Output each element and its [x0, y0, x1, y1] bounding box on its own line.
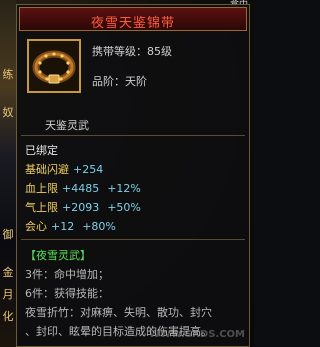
stat-percent: +80% [82, 220, 116, 233]
stat-name: 基础闪避 [25, 163, 69, 176]
stat-value: +12 [51, 220, 75, 233]
item-tooltip: 夜雪天鉴锦带 携带等级：85级 品阶：天阶 天鉴灵武 已绑定 基础闪避 +254 [16, 4, 250, 347]
stat-value: +2093 [62, 201, 100, 214]
stat-row: 血上限 +4485 +12% [25, 180, 141, 196]
divider [21, 239, 245, 240]
item-sub-name: 天鉴灵武 [45, 119, 89, 132]
set-bonus-line: 6件：获得技能： [25, 287, 109, 300]
game-text-fragment: 化 [2, 310, 14, 323]
set-bonus-line: 3件：命中增加； [25, 268, 109, 281]
item-title: 夜雪天鉴锦带 [90, 16, 175, 31]
stat-name: 气上限 [25, 201, 58, 214]
belt-icon [31, 43, 77, 89]
divider [21, 135, 245, 136]
grade-label: 品阶： [92, 75, 125, 88]
stat-value: +4485 [62, 182, 100, 195]
stat-percent: +50% [107, 201, 141, 214]
carry-level-line: 携带等级：85级 [92, 43, 172, 59]
stat-row: 气上限 +2093 +50% [25, 199, 141, 215]
game-text-fragment: 奴 [2, 106, 14, 119]
stat-row: 基础闪避 +254 [25, 161, 103, 177]
carry-level-label: 携带等级： [92, 45, 147, 58]
game-text-fragment: 练 [2, 68, 14, 81]
set-title: 【夜雪灵武】 [25, 249, 91, 262]
game-text-fragment: 金 [2, 266, 14, 279]
bound-status: 已绑定 [25, 144, 58, 157]
grade-line: 品阶：天阶 [92, 73, 147, 89]
stat-percent: +12% [107, 182, 141, 195]
stat-row: 会心 +12 +80% [25, 218, 116, 234]
tooltip-title-bar: 夜雪天鉴锦带 [19, 7, 247, 31]
stat-name: 会心 [25, 220, 47, 233]
game-text-fragment: 御 [2, 228, 14, 241]
grade-value: 天阶 [125, 75, 147, 88]
stat-name: 血上限 [25, 182, 58, 195]
item-icon-frame[interactable] [27, 39, 81, 93]
set-skill-line: 夜雪折竹：对麻痹、失明、散功、封穴 [25, 306, 212, 319]
watermark: WWW.SXDS.COM [148, 329, 245, 340]
stat-value: +254 [73, 163, 104, 176]
carry-level-value: 85级 [147, 45, 172, 58]
game-text-fragment: 月 [2, 288, 14, 301]
